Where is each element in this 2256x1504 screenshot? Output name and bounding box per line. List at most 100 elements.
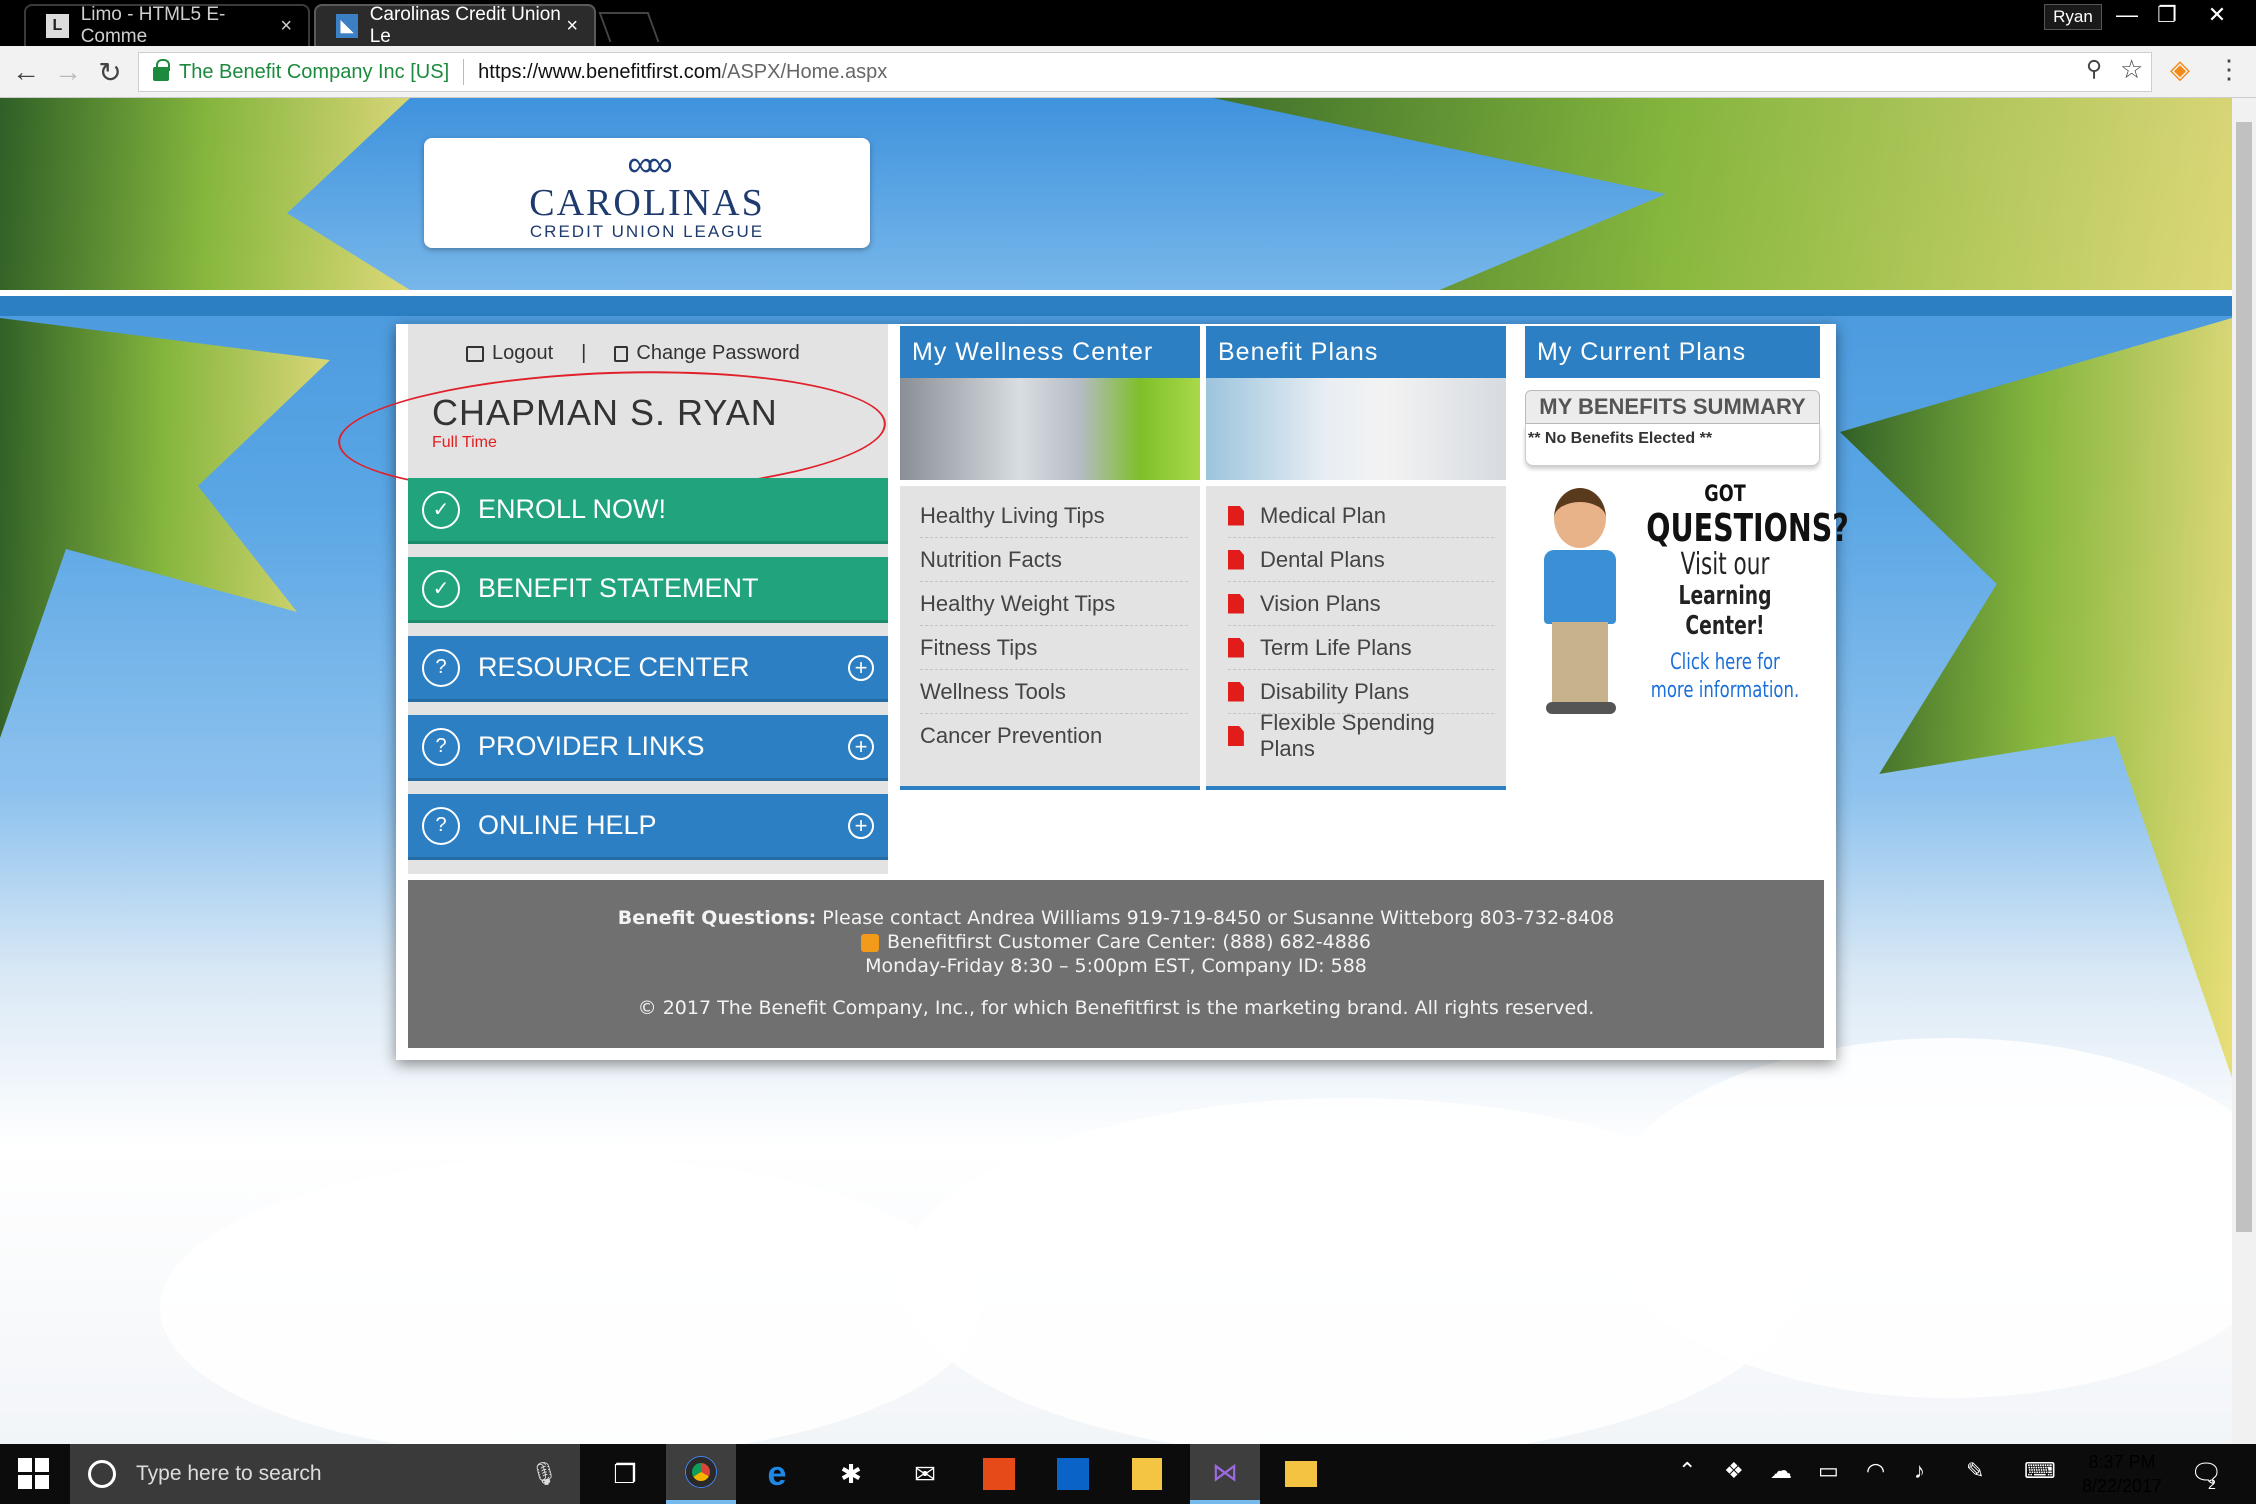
clock-time: 8:37 PM — [2088, 1452, 2156, 1472]
logout-icon — [466, 345, 484, 362]
forward-arrow-icon[interactable]: → — [50, 56, 86, 88]
benefits-summary-button[interactable]: MY BENEFITS SUMMARY — [1525, 390, 1820, 424]
wifi-icon[interactable]: ◠ — [1866, 1458, 1885, 1484]
tab-title: Limo - HTML5 E-Comme — [80, 4, 226, 47]
enroll-now-button[interactable]: ✓ ENROLL NOW! — [408, 478, 888, 544]
check-icon: ✓ — [422, 569, 460, 608]
browser-tab-carolinas[interactable]: ◣ Carolinas Credit Union Le × — [314, 4, 596, 47]
expand-plus-icon[interactable]: + — [848, 654, 874, 681]
chat-question-icon: ? — [422, 648, 460, 687]
benefit-statement-button[interactable]: ✓ BENEFIT STATEMENT — [408, 557, 888, 623]
pdf-icon — [1228, 505, 1244, 526]
url-path: /ASPX/Home.aspx — [721, 60, 888, 83]
profile-button[interactable]: Ryan — [2044, 4, 2102, 30]
action-center-icon[interactable]: 🗨 — [2190, 1458, 2223, 1489]
expand-plus-icon[interactable]: + — [848, 812, 874, 839]
security-indicator[interactable]: The Benefit Company Inc [US] — [179, 61, 449, 84]
term-life-plans-link[interactable]: Term Life Plans — [1228, 626, 1494, 670]
list-item[interactable]: Healthy Living Tips — [920, 494, 1188, 538]
logo-subtitle: CREDIT UNION LEAGUE — [529, 222, 765, 241]
learning-center-promo[interactable]: GOT QUESTIONS? Visit our Learning Center… — [1530, 482, 1849, 732]
mail-app-icon[interactable]: ✉ — [890, 1444, 960, 1504]
back-arrow-icon[interactable]: ← — [8, 56, 44, 88]
list-item[interactable]: Cancer Prevention — [920, 714, 1188, 758]
notification-count-badge: 2 — [2208, 1476, 2216, 1492]
taskbar-search-box[interactable]: Type here to search 🎙 — [70, 1444, 580, 1504]
promo-heading: QUESTIONS? — [1646, 506, 1849, 550]
promo-line: Visit our — [1680, 547, 1770, 582]
logout-link[interactable]: Logout — [466, 342, 553, 365]
address-bar[interactable]: The Benefit Company Inc [US] https://www… — [138, 52, 2152, 92]
scrollbar-thumb[interactable] — [2236, 122, 2252, 1232]
office-app-icon[interactable] — [964, 1444, 1034, 1504]
copyright-text: © 2017 The Benefit Company, Inc., for wh… — [637, 997, 1595, 1019]
header-stripe — [0, 296, 2232, 316]
flexible-spending-link[interactable]: Flexible Spending Plans — [1228, 710, 1494, 761]
medical-plan-link[interactable]: Medical Plan — [1228, 494, 1494, 538]
visual-studio-app-icon[interactable]: ⋈ — [1190, 1444, 1260, 1504]
close-window-button[interactable]: ✕ — [2194, 0, 2240, 30]
current-plans-header[interactable]: My Current Plans — [1525, 326, 1820, 378]
carolinas-logo[interactable]: ∞∞ CAROLINAS CREDIT UNION LEAGUE — [424, 138, 870, 248]
check-icon: ✓ — [422, 490, 460, 529]
cartoon-man-icon — [1536, 488, 1622, 718]
url-host: https://www.benefitfirst.com — [478, 60, 722, 83]
benefit-plans-header[interactable]: Benefit Plans — [1206, 326, 1506, 378]
close-tab-icon[interactable]: × — [280, 15, 292, 38]
wellness-list: Healthy Living Tips Nutrition Facts Heal… — [900, 486, 1200, 790]
file-explorer-icon[interactable] — [1266, 1444, 1336, 1504]
list-item[interactable]: Nutrition Facts — [920, 538, 1188, 582]
expand-plus-icon[interactable]: + — [848, 733, 874, 760]
pdf-icon — [1228, 549, 1244, 570]
pen-icon[interactable]: ✎ — [1966, 1458, 1984, 1484]
restore-button[interactable]: ❐ — [2144, 0, 2190, 30]
close-tab-icon[interactable]: × — [566, 15, 578, 38]
tools-app-icon[interactable] — [1112, 1444, 1182, 1504]
reload-icon[interactable]: ↻ — [92, 56, 128, 89]
list-item[interactable]: Wellness Tools — [920, 670, 1188, 714]
chrome-app-icon[interactable] — [666, 1444, 736, 1504]
disability-plans-link[interactable]: Disability Plans — [1228, 670, 1494, 714]
volume-icon[interactable]: ♪ — [1914, 1458, 1925, 1484]
logo-name: CAROLINAS — [529, 182, 765, 224]
account-links: Logout | Change Password — [466, 342, 800, 365]
online-help-button[interactable]: ? ONLINE HELP + — [408, 794, 888, 860]
dental-plans-link[interactable]: Dental Plans — [1228, 538, 1494, 582]
extension-icon[interactable]: ◈ — [2170, 54, 2190, 85]
wellness-center-header[interactable]: My Wellness Center — [900, 326, 1200, 378]
bookmark-star-icon[interactable]: ☆ — [2120, 54, 2143, 85]
carolinas-favicon-icon: ◣ — [336, 14, 358, 38]
pdf-icon — [1228, 637, 1244, 658]
pin-icon[interactable]: ⚲ — [2086, 56, 2102, 82]
slack-app-icon[interactable]: ✱ — [816, 1444, 886, 1504]
vision-plans-link[interactable]: Vision Plans — [1228, 582, 1494, 626]
menu-icon[interactable]: ⋮ — [2216, 54, 2242, 85]
battery-icon[interactable]: ▭ — [1818, 1458, 1839, 1484]
dropbox-icon[interactable]: ❖ — [1724, 1458, 1744, 1484]
palm-decoration — [1840, 318, 2232, 1078]
list-item[interactable]: Fitness Tips — [920, 626, 1188, 670]
pdf-icon — [1228, 593, 1244, 614]
wellness-image — [900, 378, 1200, 480]
outlook-app-icon[interactable] — [1038, 1444, 1108, 1504]
onedrive-icon[interactable]: ☁ — [1770, 1458, 1792, 1484]
browser-tab-limo[interactable]: L Limo - HTML5 E-Comme × — [24, 4, 310, 47]
list-item[interactable]: Healthy Weight Tips — [920, 582, 1188, 626]
limo-favicon-icon: L — [46, 14, 69, 38]
new-tab-button[interactable] — [598, 12, 660, 42]
chat-question-icon: ? — [422, 806, 460, 845]
promo-link[interactable]: Click here for more information. — [1646, 649, 1804, 705]
edge-app-icon[interactable]: e — [742, 1444, 812, 1504]
task-view-icon[interactable]: ❐ — [590, 1444, 660, 1504]
change-password-link[interactable]: Change Password — [614, 342, 800, 365]
keyboard-icon[interactable]: ⌨ — [2024, 1458, 2056, 1484]
taskbar-clock[interactable]: 8:37 PM 8/22/2017 — [2072, 1450, 2172, 1498]
provider-links-button[interactable]: ? PROVIDER LINKS + — [408, 715, 888, 781]
windows-start-icon[interactable] — [18, 1458, 50, 1490]
footer-contacts: Please contact Andrea Williams 919-719-8… — [816, 907, 1615, 929]
show-hidden-icons-icon[interactable]: ⌃ — [1678, 1458, 1696, 1484]
no-benefits-text: ** No Benefits Elected ** — [1525, 424, 1820, 466]
resource-center-button[interactable]: ? RESOURCE CENTER + — [408, 636, 888, 702]
microphone-icon[interactable]: 🎙 — [530, 1461, 558, 1487]
footer-questions-label: Benefit Questions: — [617, 907, 817, 929]
